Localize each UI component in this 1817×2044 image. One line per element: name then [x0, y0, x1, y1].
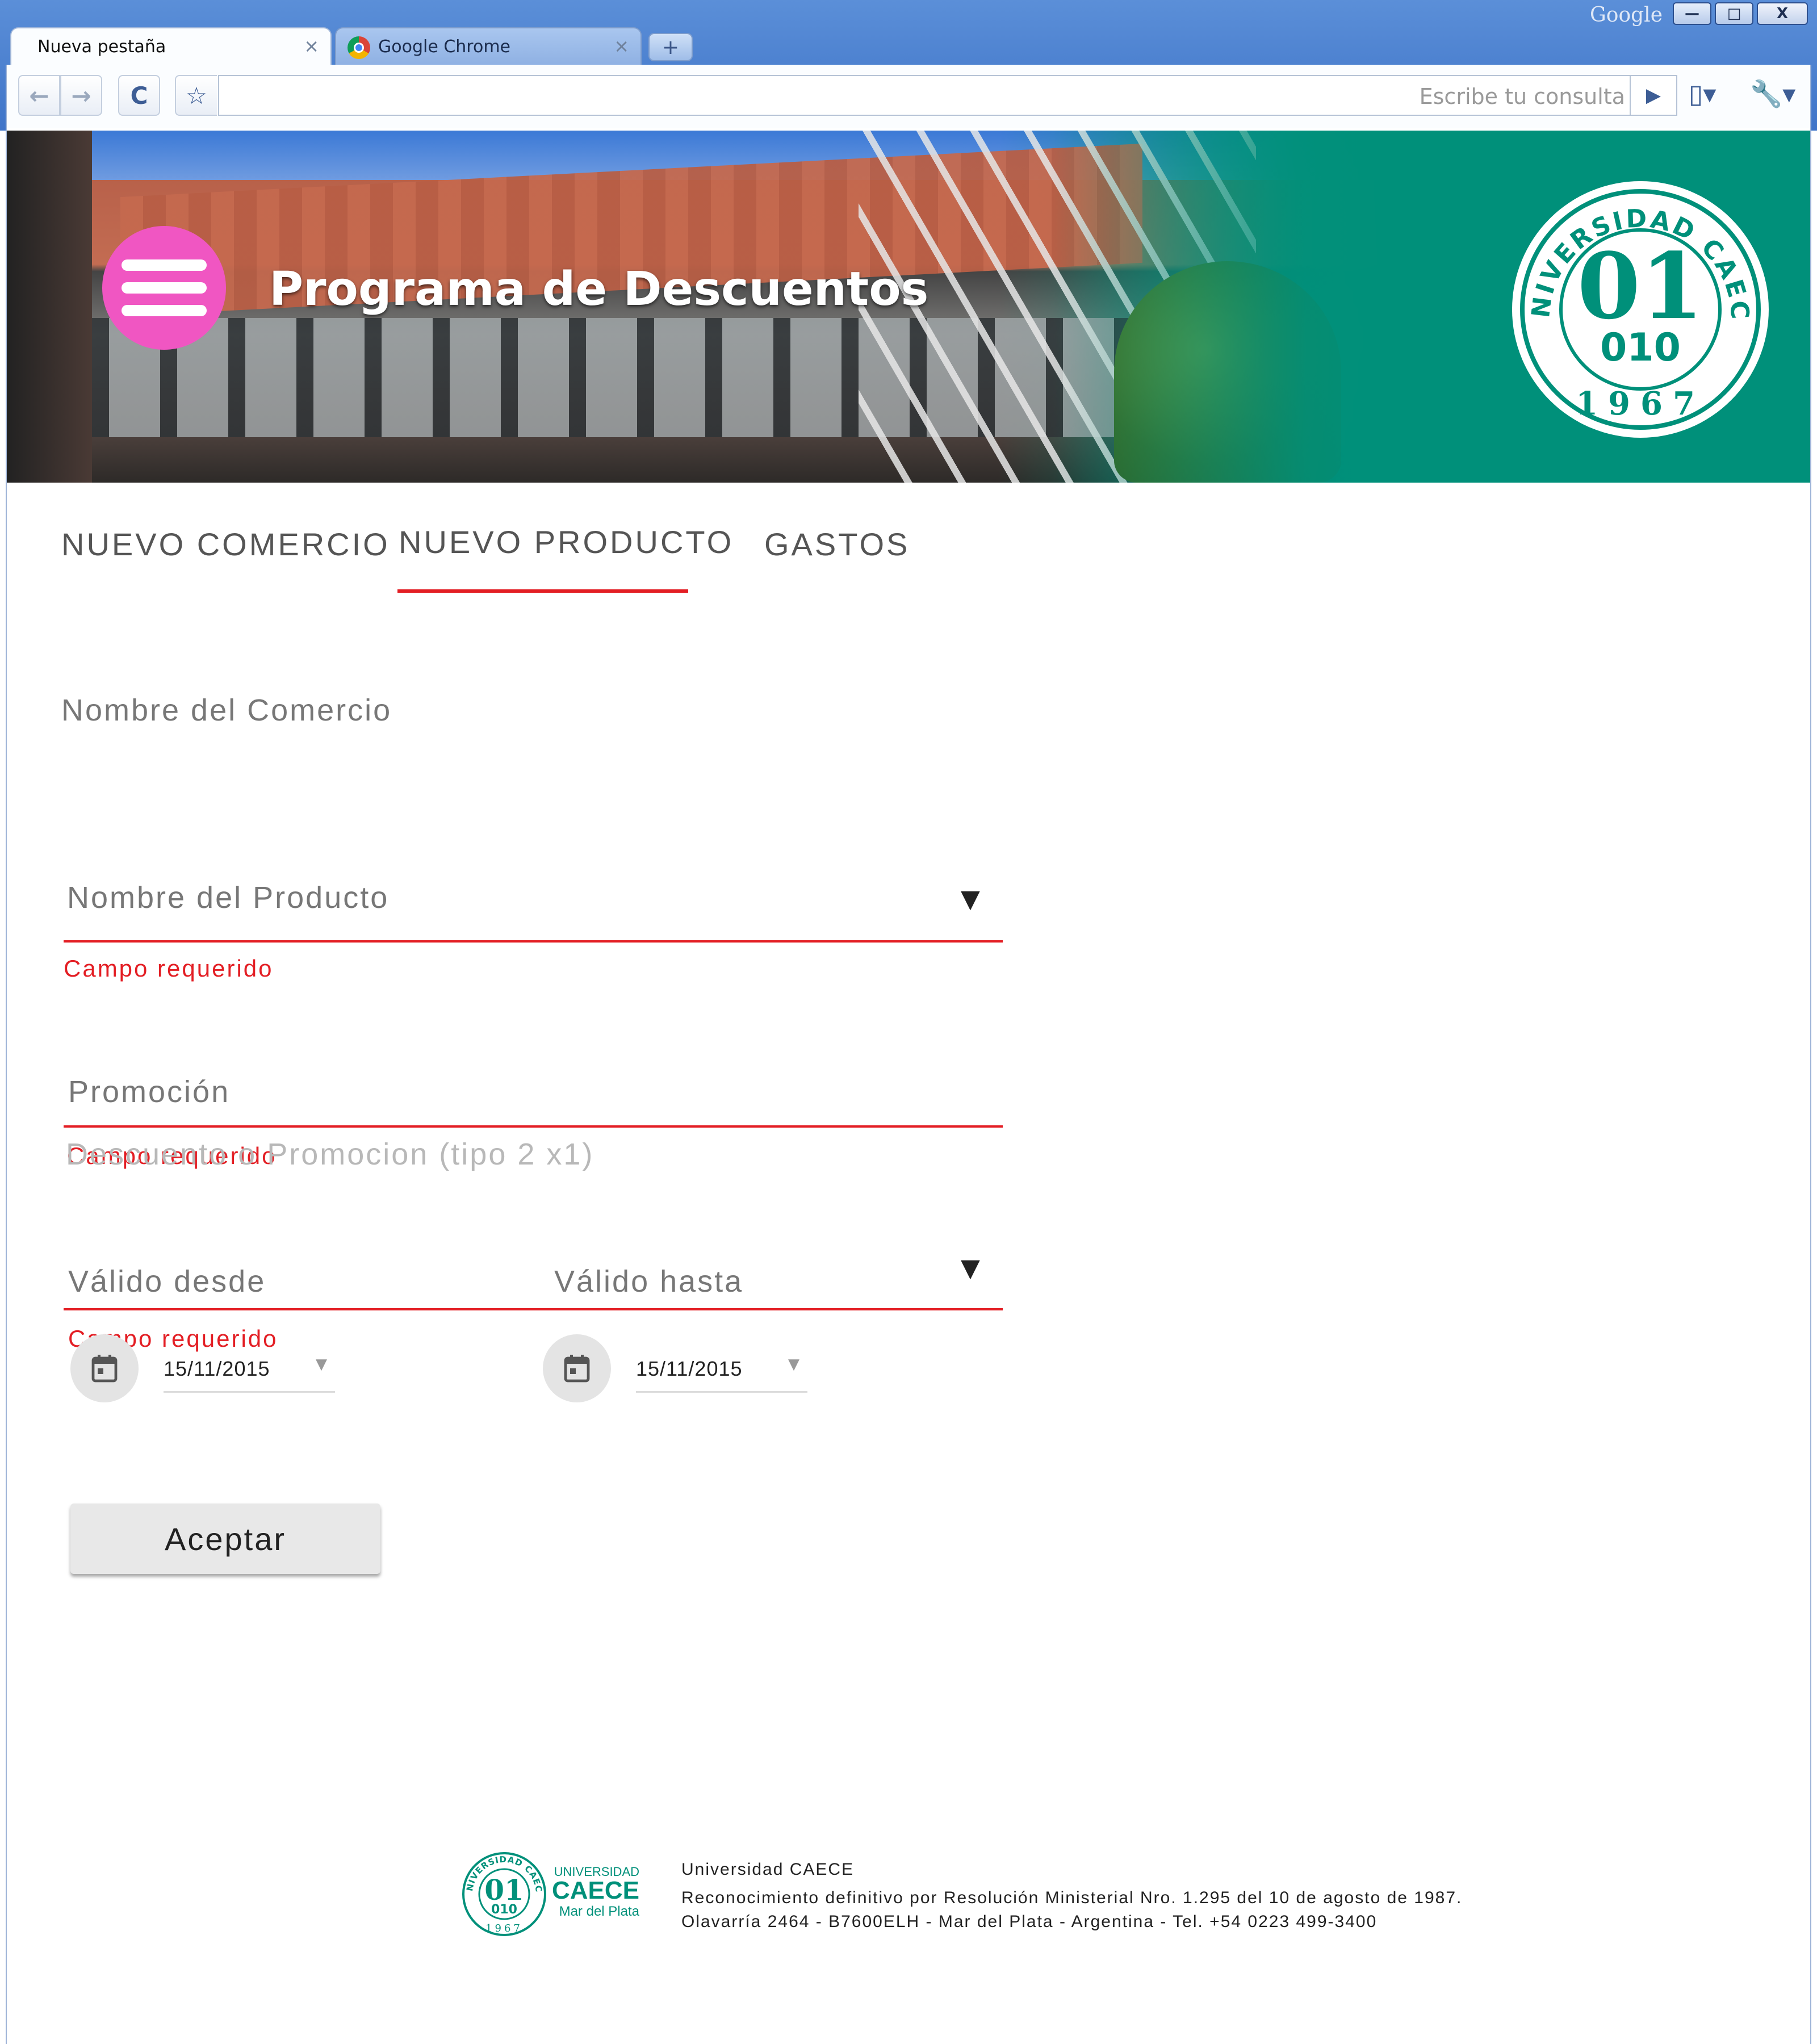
- valido-hasta-value[interactable]: 15/11/2015: [636, 1357, 743, 1381]
- forward-button[interactable]: →: [60, 75, 102, 116]
- back-button[interactable]: ←: [18, 75, 60, 116]
- producto-label: Nombre del Producto: [67, 881, 390, 915]
- reload-icon: C: [130, 81, 148, 110]
- svg-text:01: 01: [1577, 233, 1704, 340]
- valido-hasta-underline: [636, 1391, 807, 1393]
- minimize-button[interactable]: —: [1673, 2, 1711, 25]
- chevron-down-icon[interactable]: ▼: [961, 885, 980, 914]
- section-tabs: NUEVO COMERCIO NUEVO PRODUCTO GASTOS: [7, 480, 1810, 600]
- new-tab-button[interactable]: +: [648, 33, 693, 61]
- svg-text:010: 010: [1600, 325, 1681, 370]
- hamburger-menu-button[interactable]: [102, 226, 226, 350]
- comercio-underline: [64, 940, 1003, 943]
- omnibox-placeholder: Escribe tu consulta: [1419, 84, 1625, 109]
- tab-label: Google Chrome: [378, 36, 510, 57]
- star-icon: ☆: [186, 81, 207, 110]
- comercio-error: Campo requerido: [64, 955, 274, 982]
- page-content: Programa de Descuentos UNIVERSIDAD CAECE…: [6, 128, 1811, 2044]
- title-bar: Google — □ X: [0, 0, 1817, 28]
- chrome-logo-icon: [348, 36, 370, 59]
- close-window-button[interactable]: X: [1757, 2, 1808, 25]
- valido-desde-underline: [164, 1391, 335, 1393]
- page-menu-icon[interactable]: ▯▾: [1689, 78, 1716, 109]
- valido-desde-value[interactable]: 15/11/2015: [164, 1357, 270, 1381]
- svg-text:1967: 1967: [485, 1922, 523, 1934]
- active-tab-indicator: [397, 589, 688, 593]
- footer-resolution: Reconocimiento definitivo por Resolución…: [681, 1888, 1463, 1907]
- go-arrow-icon[interactable]: ▶: [1630, 75, 1676, 116]
- aceptar-button[interactable]: Aceptar: [70, 1503, 380, 1574]
- bookmark-star-button[interactable]: ☆: [175, 75, 217, 116]
- maximize-button[interactable]: □: [1715, 2, 1753, 25]
- producto-underline: [64, 1125, 1003, 1128]
- browser-tab-google-chrome[interactable]: Google Chrome ×: [335, 27, 642, 65]
- calendar-button-desde[interactable]: [70, 1334, 139, 1402]
- footer-university-name: Universidad CAECE: [681, 1860, 855, 1879]
- header-banner: Programa de Descuentos UNIVERSIDAD CAECE…: [7, 131, 1810, 483]
- comercio-label: Nombre del Comercio: [61, 693, 392, 727]
- reload-button[interactable]: C: [118, 75, 160, 116]
- svg-text:CAECE: CAECE: [552, 1877, 639, 1904]
- menu-bar-icon: [122, 259, 207, 271]
- tab-gastos[interactable]: GASTOS: [764, 526, 910, 563]
- menu-bar-icon: [122, 305, 207, 316]
- svg-text:1967: 1967: [1576, 385, 1705, 422]
- promocion-underline: [64, 1308, 1003, 1310]
- page-title: Programa de Descuentos: [269, 262, 929, 316]
- calendar-button-hasta[interactable]: [543, 1334, 611, 1402]
- tab-strip: Nueva pestaña × Google Chrome × +: [0, 25, 1817, 65]
- promocion-placeholder[interactable]: Descuento o Promocion (tipo 2 x1): [66, 1137, 594, 1172]
- arrow-left-icon: ←: [29, 81, 49, 110]
- menu-bar-icon: [122, 282, 207, 294]
- google-brand-word: Google: [1590, 3, 1663, 27]
- caret-down-icon[interactable]: ▼: [316, 1356, 327, 1373]
- browser-toolbar: ← → C ☆ Escribe tu consulta ▶ ▯▾ 🔧▾: [6, 65, 1811, 128]
- tab-nuevo-comercio[interactable]: NUEVO COMERCIO: [61, 526, 390, 563]
- tab-label: Nueva pestaña: [37, 36, 166, 57]
- close-tab-icon[interactable]: ×: [614, 35, 629, 57]
- browser-tab-nueva-pestana[interactable]: Nueva pestaña ×: [10, 27, 332, 65]
- chevron-down-icon[interactable]: ▼: [961, 1254, 980, 1283]
- calendar-icon: [91, 1355, 118, 1383]
- footer-address: Olavarría 2464 - B7600ELH - Mar del Plat…: [681, 1912, 1378, 1931]
- svg-text:01: 01: [484, 1873, 524, 1907]
- valido-desde-label: Válido desde: [68, 1264, 266, 1299]
- tab-nuevo-producto[interactable]: NUEVO PRODUCTO: [399, 523, 734, 560]
- close-tab-icon[interactable]: ×: [304, 35, 319, 57]
- promocion-label: Promoción: [68, 1075, 231, 1109]
- svg-text:Mar del Plata: Mar del Plata: [559, 1904, 640, 1919]
- caret-down-icon[interactable]: ▼: [788, 1356, 799, 1373]
- omnibox[interactable]: Escribe tu consulta ▶: [218, 75, 1677, 116]
- calendar-icon: [564, 1355, 590, 1383]
- wrench-menu-icon[interactable]: 🔧▾: [1750, 78, 1795, 110]
- university-seal-logo: UNIVERSIDAD CAECE 01 010 1967: [1507, 176, 1769, 438]
- valido-hasta-label: Válido hasta: [554, 1264, 744, 1299]
- svg-text:010: 010: [491, 1903, 517, 1917]
- footer-caece-logo: UNIVERSIDAD CAECE 01 010 1967 UNIVERSIDA…: [460, 1849, 640, 1936]
- arrow-right-icon: →: [71, 81, 91, 110]
